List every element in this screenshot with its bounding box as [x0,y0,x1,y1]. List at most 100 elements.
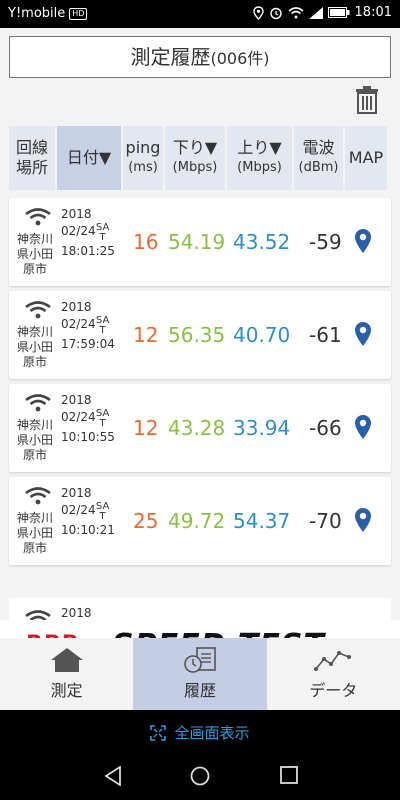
clock: 18:01 [354,5,392,20]
year: 2018 [61,207,92,221]
table-header: 回線 場所 日付▼ ping (ms) 下り▼ (Mbps) 上り▼ (Mbps… [9,126,391,190]
alarm-icon [269,7,282,19]
square-icon [280,766,298,784]
location-line: 県小田 [16,247,53,261]
hd-badge: HD [69,7,88,20]
month-day: 02/24 [61,410,96,424]
upload-value: 33.94 [233,416,291,440]
column-location-line2: 場所 [15,158,48,177]
year: 2018 [61,486,92,500]
column-signal[interactable]: 電波 (dBm) [294,126,343,190]
location-text: 神奈川 県小田 原市 [15,418,55,463]
recents-button[interactable] [280,766,298,788]
upload-value: 43.52 [233,230,291,254]
weekday: SAT [95,222,110,243]
nav-measure[interactable]: 測定 [0,638,133,710]
circle-icon [190,766,210,786]
column-signal-label: 電波 [302,138,335,157]
column-download-label: 下り▼ [172,138,218,157]
download-value: 49.72 [168,509,226,533]
ping-value: 25 [133,509,159,533]
weekday: SAT [95,315,110,336]
history-row[interactable]: 神奈川 県小田 原市 2018 02/24SAT 18:01:25 16 54.… [9,198,391,286]
map-pin-icon[interactable] [354,228,372,254]
measured-datetime: 2018 02/24SAT 18:01:25 [61,206,119,260]
signal-value: -66 [309,416,342,440]
carrier-name: Y!mobile [8,6,66,21]
carrier-info: Y!mobile HD [8,6,88,21]
wifi-icon [25,487,51,505]
map-pin-icon[interactable] [354,507,372,533]
column-location-line1: 回線 [15,138,48,157]
wifi-status-icon [288,6,304,18]
ping-value: 12 [133,323,159,347]
fullscreen-button[interactable]: 全画面表示 [0,710,400,755]
location-line: 神奈川 [16,232,53,246]
time: 10:10:55 [61,430,115,444]
signal-value: -61 [309,323,342,347]
ping-value: 12 [133,416,159,440]
history-row[interactable]: 神奈川 県小田 原市 2018 02/24SAT 10:10:21 25 49.… [9,477,391,565]
column-location[interactable]: 回線 場所 [9,126,55,190]
nav-history[interactable]: 履歴 [133,638,267,710]
history-title: 測定履歴(006件) [9,36,391,78]
weekday: SAT [95,501,110,522]
fullscreen-label: 全画面表示 [174,724,250,742]
expand-icon [150,724,167,741]
location-line: 原市 [22,448,47,462]
nav-measure-label: 測定 [50,681,83,700]
column-upload-unit: (Mbps) [237,160,282,175]
home-button[interactable] [190,766,210,790]
upload-value: 54.37 [233,509,291,533]
month-day: 02/24 [61,503,96,517]
system-nav-bar [0,755,400,800]
map-pin-icon[interactable] [354,321,372,347]
column-download-unit: (Mbps) [172,160,218,175]
measured-datetime: 2018 02/24SAT 10:10:21 [61,485,119,539]
bottom-nav: 測定 履歴 データ [0,638,400,710]
download-value: 54.19 [168,230,226,254]
year: 2018 [61,606,92,620]
wifi-icon [25,394,51,412]
measured-datetime: 2018 02/24SAT 17:59:04 [61,299,119,353]
location-text: 神奈川 県小田 原市 [15,232,55,277]
location-line: 神奈川 [16,325,53,339]
history-row[interactable]: 神奈川 県小田 原市 2018 02/24SAT 10:10:55 12 43.… [9,384,391,472]
time: 17:59:04 [61,337,115,351]
column-upload[interactable]: 上り▼ (Mbps) [227,126,292,190]
location-line: 原市 [22,355,47,369]
time: 10:10:21 [61,523,115,537]
column-map: MAP [345,126,387,190]
month-day: 02/24 [61,224,96,238]
location-line: 県小田 [16,433,53,447]
history-row[interactable]: 神奈川 県小田 原市 2018 02/24SAT 17:59:04 12 56.… [9,291,391,379]
column-ping[interactable]: ping (ms) [123,126,163,190]
trash-icon[interactable] [354,86,380,114]
back-button[interactable] [104,765,122,790]
weekday: SAT [95,408,110,429]
nav-data[interactable]: データ [267,638,400,710]
nav-data-label: データ [309,681,358,700]
app-screen: 測定履歴(006件) 回線 場所 日付▼ ping (ms) 下り▼ (Mbps… [0,28,400,710]
location-line: 原市 [22,262,47,276]
map-pin-icon[interactable] [354,414,372,440]
location-icon [252,5,264,20]
history-list: 神奈川 県小田 原市 2018 02/24SAT 18:01:25 16 54.… [9,198,391,570]
wifi-icon [25,208,51,226]
time: 18:01:25 [61,244,115,258]
chart-icon [314,651,352,671]
location-text: 神奈川 県小田 原市 [15,511,55,556]
download-value: 56.35 [168,323,226,347]
location-text: 神奈川 県小田 原市 [15,325,55,370]
battery-icon [327,7,350,18]
column-date-label: 日付▼ [66,148,112,167]
location-line: 原市 [22,541,47,555]
signal-value: -70 [309,509,342,533]
history-icon [184,647,216,673]
column-date[interactable]: 日付▼ [57,126,121,190]
status-icons: 18:01 [252,5,392,20]
history-count: (006件) [210,49,270,68]
year: 2018 [61,393,92,407]
measured-datetime: 2018 02/24SAT 10:10:55 [61,392,119,446]
column-download[interactable]: 下り▼ (Mbps) [165,126,225,190]
